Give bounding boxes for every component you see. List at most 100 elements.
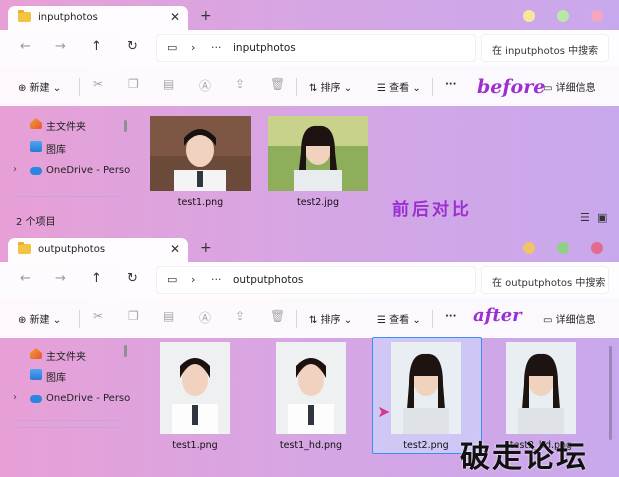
cut-icon[interactable]: ✂ [93,309,103,323]
view-label: 查看 [389,315,410,326]
title-bar: inputphotos ✕ + [0,0,619,30]
minimize-button[interactable] [523,242,535,254]
sidebar-item-label: 主文件夹 [46,122,86,133]
sidebar-item-label: 图库 [46,373,66,384]
monitor-icon: ▭ [167,273,178,286]
close-tab-icon[interactable]: ✕ [170,10,180,24]
mouse-cursor-icon: ➤ [377,402,391,421]
photo-test1 [150,116,251,191]
status-item-count: 2 个项目 [16,217,56,228]
details-button[interactable]: ▭ 详细信息 [543,311,596,326]
sidebar-item-gallery[interactable]: 图库 [0,366,131,384]
new-tab-button[interactable]: + [200,8,212,24]
thumbnail-test1[interactable] [150,116,251,191]
rename-icon[interactable]: Ⓐ [199,77,211,94]
sort-label: 排序 [320,315,341,326]
maximize-button[interactable] [557,10,569,22]
details-button[interactable]: ▭ 详细信息 [543,79,596,94]
close-window-button[interactable] [591,242,603,254]
file-name: test2.jpg [296,197,339,208]
refresh-button[interactable]: ↻ [127,39,138,54]
forward-button[interactable]: → [55,39,66,54]
command-bar: ⊕ 新建 ⌄ ✂ ❐ ▤ Ⓐ ⇪ 🗑 ⇅ 排序 ⌄ ☰ 查看 ⌄ ··· ▭ 详… [0,298,619,338]
share-icon[interactable]: ⇪ [235,309,245,323]
delete-icon[interactable]: 🗑 [270,77,285,91]
address-bar[interactable]: ▭ › ··· outputphotos [156,266,476,294]
up-button[interactable]: ↑ [91,39,102,54]
chevron-right-icon[interactable]: › [13,392,17,403]
divider [14,196,124,197]
file-tile-test1[interactable] [160,342,230,434]
sidebar-item-home[interactable]: 主文件夹 [0,115,131,133]
more-path-icon[interactable]: ··· [211,41,222,54]
view-button[interactable]: ☰ 查看 ⌄ [377,311,421,326]
divider [296,78,297,96]
chevron-right-icon: › [191,273,196,286]
gallery-icon [30,141,42,152]
more-path-icon[interactable]: ··· [211,273,222,286]
rename-icon[interactable]: Ⓐ [199,309,211,326]
share-icon[interactable]: ⇪ [235,77,245,91]
minimize-button[interactable] [523,10,535,22]
search-placeholder: 在 inputphotos 中搜索 [492,46,599,57]
chevron-right-icon[interactable]: › [13,164,17,175]
refresh-button[interactable]: ↻ [127,271,138,286]
thumbnail-test2[interactable] [268,116,368,191]
copy-icon[interactable]: ❐ [128,77,139,91]
search-input[interactable]: 在 outputphotos 中搜索 [481,266,609,294]
paste-icon[interactable]: ▤ [163,77,174,91]
new-tab-button[interactable]: + [200,240,212,256]
tab-outputphotos[interactable]: outputphotos ✕ [8,238,188,262]
folder-icon [18,242,31,254]
title-bar: outputphotos ✕ + [0,232,619,262]
maximize-button[interactable] [557,242,569,254]
address-bar[interactable]: ▭ › ··· inputphotos [156,34,476,62]
divider [79,310,80,328]
view-button[interactable]: ☰ 查看 ⌄ [377,79,421,94]
details-label: 详细信息 [555,315,596,326]
sort-button[interactable]: ⇅ 排序 ⌄ [309,311,352,326]
sort-button[interactable]: ⇅ 排序 ⌄ [309,79,352,94]
back-button[interactable]: ← [20,39,31,54]
file-tile-test2[interactable] [391,342,461,434]
forum-brand-watermark: 破走论坛 [460,440,588,475]
new-button[interactable]: ⊕ 新建 ⌄ [18,311,61,326]
cloud-icon [30,395,42,403]
paste-icon[interactable]: ▤ [163,309,174,323]
folder-icon [18,10,31,22]
sidebar-item-label: 主文件夹 [46,352,86,363]
forward-button[interactable]: → [55,271,66,286]
sidebar-item-gallery[interactable]: 图库 [0,138,131,156]
before-annotation: before [477,76,546,98]
content-scrollbar[interactable] [609,346,612,440]
new-button[interactable]: ⊕ 新建 ⌄ [18,79,61,94]
more-options-button[interactable]: ··· [445,79,456,90]
address-text: inputphotos [233,42,296,54]
search-placeholder: 在 outputphotos 中搜索 [492,278,606,289]
search-input[interactable]: 在 inputphotos 中搜索 [481,34,609,62]
sidebar-item-onedrive[interactable]: › OneDrive - Perso [0,390,131,408]
details-view-icon[interactable]: ☰ [580,211,590,224]
close-window-button[interactable] [591,10,603,22]
sidebar-scrollbar[interactable] [124,120,127,132]
photo-test1-hd [276,342,346,434]
more-options-button[interactable]: ··· [445,311,456,322]
divider [79,78,80,96]
compare-annotation: 前后对比 [392,200,472,220]
copy-icon[interactable]: ❐ [128,309,139,323]
file-tile-test2-hd[interactable] [506,342,576,434]
back-button[interactable]: ← [20,271,31,286]
sidebar-scrollbar[interactable] [124,345,127,357]
new-label: 新建 [29,83,50,94]
delete-icon[interactable]: 🗑 [270,309,285,323]
file-tile-test1-hd[interactable] [276,342,346,434]
sidebar-item-home[interactable]: 主文件夹 [0,345,131,363]
file-name: test1_hd.png [279,440,343,451]
up-button[interactable]: ↑ [91,271,102,286]
cut-icon[interactable]: ✂ [93,77,103,91]
sidebar-item-onedrive[interactable]: › OneDrive - Perso [0,162,131,180]
divider [432,78,433,96]
tab-inputphotos[interactable]: inputphotos ✕ [8,6,188,30]
close-tab-icon[interactable]: ✕ [170,242,180,256]
thumbnail-view-icon[interactable]: ▣ [597,211,607,224]
